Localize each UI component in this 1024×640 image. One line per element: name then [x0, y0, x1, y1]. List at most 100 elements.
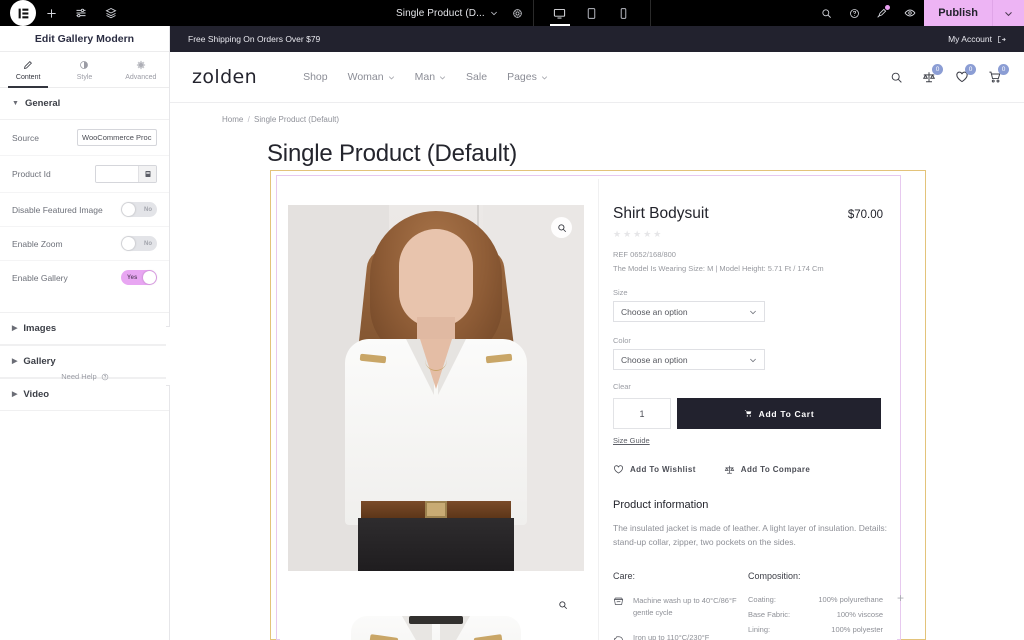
- size-guide-link[interactable]: Size Guide: [613, 436, 897, 445]
- care-item: Iron up to 110°C/230°F: [613, 632, 748, 640]
- expand-plus-icon[interactable]: +: [897, 591, 904, 605]
- compare-icon: [724, 466, 735, 474]
- compare-icon[interactable]: 0: [922, 64, 943, 84]
- composition-row: Lining: 100% polyester: [748, 625, 883, 634]
- nav-label: Shop: [303, 71, 328, 83]
- document-name-dropdown[interactable]: Single Product (D...: [396, 8, 498, 19]
- disable-featured-image-value: No: [144, 206, 152, 213]
- device-mobile-button[interactable]: [608, 0, 640, 26]
- source-select[interactable]: WooCommerce Proc: [77, 129, 157, 146]
- compare-badge: 0: [932, 64, 943, 75]
- control-disable-featured-image-label: Disable Featured Image: [12, 204, 103, 215]
- publish-options-button[interactable]: [992, 0, 1024, 26]
- half-circle-icon: [79, 59, 89, 71]
- enable-gallery-toggle[interactable]: Yes: [121, 270, 157, 285]
- device-tablet-button[interactable]: [576, 0, 608, 26]
- add-to-compare-label: Add To Compare: [740, 465, 811, 475]
- toolbar-right-group: Publish: [812, 0, 1024, 26]
- section-video[interactable]: ▶ Video: [0, 378, 169, 411]
- tab-style[interactable]: Style: [56, 52, 112, 87]
- product-actions: Add To Wishlist Add To Compare: [613, 464, 897, 475]
- help-icon[interactable]: [840, 0, 868, 26]
- color-select-value: Choose an option: [621, 354, 688, 365]
- care-composition: Care: Machine wash up to 40°C/86°F gentl…: [613, 571, 897, 640]
- tab-content[interactable]: Content: [0, 52, 56, 88]
- jacket-photo: [288, 590, 584, 640]
- site-logo[interactable]: zolden: [192, 66, 257, 88]
- layers-icon[interactable]: [96, 0, 126, 26]
- magnifier-icon[interactable]: [551, 217, 572, 238]
- publish-button[interactable]: Publish: [924, 0, 992, 26]
- clear-link[interactable]: Clear: [613, 382, 897, 391]
- section-general[interactable]: ▼ General: [0, 88, 169, 120]
- document-settings-icon[interactable]: [512, 8, 523, 19]
- cart-icon: [744, 410, 751, 417]
- sliders-icon[interactable]: [66, 0, 96, 26]
- main-nav: Shop Woman Man Sale Pages: [303, 71, 548, 83]
- notes-icon[interactable]: [868, 0, 896, 26]
- header-icons: 0 0 0: [890, 64, 1009, 84]
- section-images-label: Images: [23, 323, 57, 334]
- add-to-cart-button[interactable]: Add To Cart: [677, 398, 881, 430]
- product-second-image[interactable]: [288, 590, 584, 640]
- quantity-input[interactable]: 1: [613, 398, 671, 430]
- my-account-link[interactable]: My Account: [948, 34, 1006, 44]
- product-gallery: [280, 179, 598, 640]
- publish-label: Publish: [938, 7, 978, 19]
- product-main-image[interactable]: [288, 205, 584, 571]
- care-item: Machine wash up to 40°C/86°F gentle cycl…: [613, 595, 748, 618]
- panel-title: Edit Gallery Modern: [0, 26, 169, 52]
- section-images[interactable]: ▶ Images: [0, 312, 169, 345]
- magnifier-icon[interactable]: [554, 596, 572, 614]
- heart-icon: [614, 465, 623, 474]
- toolbar-left-group: [0, 0, 126, 26]
- add-to-compare-button[interactable]: Add To Compare: [724, 464, 810, 475]
- page-title: Single Product (Default): [267, 140, 517, 167]
- control-source-label: Source: [12, 132, 39, 143]
- elementor-logo-icon[interactable]: [10, 0, 36, 26]
- editor-toolbar: Single Product (D... Publish: [0, 0, 1024, 26]
- cart-icon[interactable]: 0: [988, 64, 1009, 84]
- composition-row: Base Fabric: 100% viscose: [748, 610, 883, 619]
- need-help-link[interactable]: Need Help: [0, 372, 170, 381]
- wishlist-heart-icon[interactable]: 0: [955, 64, 976, 84]
- nav-item-sale[interactable]: Sale: [466, 71, 487, 83]
- my-account-label: My Account: [948, 34, 992, 44]
- database-icon[interactable]: [138, 166, 156, 182]
- search-icon[interactable]: [890, 71, 903, 84]
- product-information-body: The insulated jacket is made of leather.…: [613, 523, 888, 547]
- toggle-knob: [143, 271, 156, 284]
- nav-item-woman[interactable]: Woman: [348, 71, 395, 83]
- tab-advanced[interactable]: Advanced: [113, 52, 169, 87]
- pencil-icon: [23, 59, 33, 71]
- enable-zoom-toggle[interactable]: No: [121, 236, 157, 251]
- nav-label: Pages: [507, 71, 537, 83]
- nav-item-shop[interactable]: Shop: [303, 71, 328, 83]
- color-select[interactable]: Choose an option: [613, 349, 765, 371]
- size-select[interactable]: Choose an option: [613, 301, 765, 323]
- add-to-wishlist-button[interactable]: Add To Wishlist: [613, 464, 696, 475]
- device-desktop-button[interactable]: [544, 0, 576, 26]
- control-enable-zoom-label: Enable Zoom: [12, 238, 63, 249]
- nav-item-man[interactable]: Man: [415, 71, 446, 83]
- product-id-field[interactable]: [95, 165, 157, 183]
- tab-content-label: Content: [15, 73, 41, 81]
- product-information-title: Product information: [613, 499, 709, 512]
- nav-item-pages[interactable]: Pages: [507, 71, 548, 83]
- section-gallery-label: Gallery: [23, 356, 56, 367]
- care-column: Care: Machine wash up to 40°C/86°F gentl…: [613, 571, 748, 640]
- enable-gallery-value: Yes: [127, 274, 138, 281]
- elementor-editor: Single Product (D... Publish Edit Galler…: [0, 0, 1024, 640]
- search-icon[interactable]: [812, 0, 840, 26]
- breadcrumb-home[interactable]: Home: [222, 115, 243, 124]
- preview-frame: Free Shipping On Orders Over $79 My Acco…: [170, 26, 1024, 640]
- color-label: Color: [613, 336, 631, 346]
- chevron-down-icon: [541, 75, 547, 79]
- disable-featured-image-toggle[interactable]: No: [121, 202, 157, 217]
- control-product-id: Product Id: [0, 156, 169, 193]
- composition-label: Lining:: [748, 625, 771, 635]
- product-id-input[interactable]: [96, 166, 138, 182]
- chevron-down-icon: [750, 358, 756, 362]
- plus-icon[interactable]: [36, 0, 66, 26]
- preview-eye-icon[interactable]: [896, 0, 924, 26]
